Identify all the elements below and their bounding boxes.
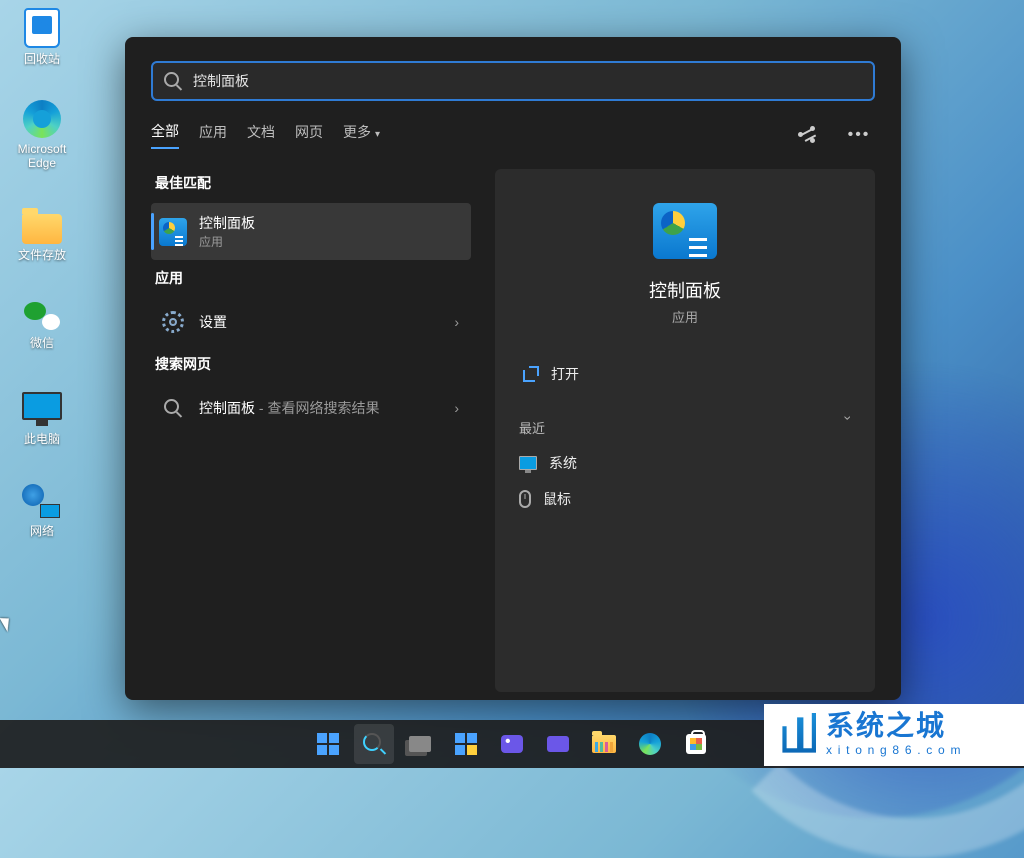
chat-icon [501,735,523,753]
windows-logo-icon [317,733,339,755]
share-icon [798,126,816,144]
store-icon [686,734,706,754]
recycle-bin-icon [24,8,60,48]
start-button[interactable] [308,724,348,764]
desktop-icon-edge[interactable]: Microsoft Edge [6,100,78,171]
recent-item-system[interactable]: 系统 [519,445,851,481]
desktop-icon-network[interactable]: 网络 [6,484,78,538]
expand-actions-button[interactable]: › [841,416,857,421]
section-best-match: 最佳匹配 [155,173,467,193]
control-panel-icon [159,218,187,246]
search-tabs: 全部 应用 文档 网页 更多 ▾ ••• [125,119,901,165]
watermark-logo-icon [774,713,816,757]
chevron-down-icon: ▾ [375,129,380,140]
recent-label: 最近 [519,418,851,437]
share-button[interactable] [791,119,823,151]
result-sub: 应用 [199,233,255,250]
search-input[interactable] [193,73,863,89]
more-options-button[interactable]: ••• [843,119,875,151]
camera-icon [547,736,569,752]
network-icon [22,484,62,520]
search-icon [363,733,385,755]
folder-icon [22,214,62,244]
search-panel: 全部 应用 文档 网页 更多 ▾ ••• 最佳匹配 控制面板 应用 应用 设置 › [125,37,901,700]
edge-label: Microsoft Edge [6,142,78,171]
chevron-right-icon: › [454,400,459,416]
result-settings-label: 设置 [199,312,227,332]
folder-label: 文件存放 [6,248,78,262]
mouse-icon [519,490,531,508]
watermark-url: x i t o n g 8 6 . c o m [826,743,962,757]
preview-sub: 应用 [519,307,851,326]
this-pc-label: 此电脑 [6,432,78,446]
edge-taskbar-button[interactable] [630,724,670,764]
result-preview: 控制面板 应用 打开 › 最近 系统 鼠标 [495,169,875,692]
open-label: 打开 [551,364,579,384]
edge-icon [639,733,661,755]
widgets-button[interactable] [446,724,486,764]
gear-icon [162,311,184,333]
search-box[interactable] [151,61,875,101]
tab-more-label: 更多 [343,124,371,140]
result-best-control-panel[interactable]: 控制面板 应用 [151,203,471,260]
edge-icon [23,100,61,138]
result-title: 控制面板 [199,213,255,233]
result-web-search[interactable]: 控制面板 - 查看网络搜索结果 › [151,384,471,432]
widgets-icon [455,733,477,755]
task-view-icon [409,736,431,752]
wechat-label: 微信 [6,336,78,350]
preview-title: 控制面板 [519,277,851,303]
watermark: 系统之城 x i t o n g 8 6 . c o m [764,704,1024,766]
file-explorer-button[interactable] [584,724,624,764]
desktop-icon-wechat[interactable]: 微信 [6,300,78,350]
search-icon [163,71,183,91]
results-list: 最佳匹配 控制面板 应用 应用 设置 › 搜索网页 控制面板 - 查看网络搜索结… [151,165,471,692]
desktop-icon-this-pc[interactable]: 此电脑 [6,392,78,446]
search-icon [163,398,183,418]
system-icon [519,456,537,470]
watermark-title: 系统之城 [826,713,962,741]
open-icon [523,366,539,382]
tab-web[interactable]: 网页 [295,122,323,148]
recent-system-label: 系统 [549,453,577,473]
tab-apps[interactable]: 应用 [199,122,227,148]
result-web-term: 控制面板 [199,400,255,416]
chevron-right-icon: › [454,314,459,330]
teams-button[interactable] [538,724,578,764]
result-app-settings[interactable]: 设置 › [151,298,471,346]
recycle-bin-label: 回收站 [6,52,78,66]
taskbar-search-button[interactable] [354,724,394,764]
result-web-suffix: - 查看网络搜索结果 [255,400,379,416]
control-panel-icon-large [653,203,717,259]
recent-mouse-label: 鼠标 [543,489,571,509]
recent-item-mouse[interactable]: 鼠标 [519,481,851,517]
task-view-button[interactable] [400,724,440,764]
section-apps: 应用 [155,268,467,288]
tab-more[interactable]: 更多 ▾ [343,122,380,148]
file-explorer-icon [592,735,616,753]
network-label: 网络 [6,524,78,538]
desktop-icon-folder[interactable]: 文件存放 [6,208,78,262]
ellipsis-icon: ••• [848,126,871,144]
chat-button[interactable] [492,724,532,764]
desktop-icon-recycle-bin[interactable]: 回收站 [6,8,78,66]
ms-store-button[interactable] [676,724,716,764]
result-web-label: 控制面板 - 查看网络搜索结果 [199,398,379,418]
tab-all[interactable]: 全部 [151,121,179,149]
this-pc-icon [22,392,62,420]
tab-docs[interactable]: 文档 [247,122,275,148]
wechat-icon [24,300,60,332]
open-action[interactable]: 打开 [519,354,851,394]
section-web: 搜索网页 [155,354,467,374]
